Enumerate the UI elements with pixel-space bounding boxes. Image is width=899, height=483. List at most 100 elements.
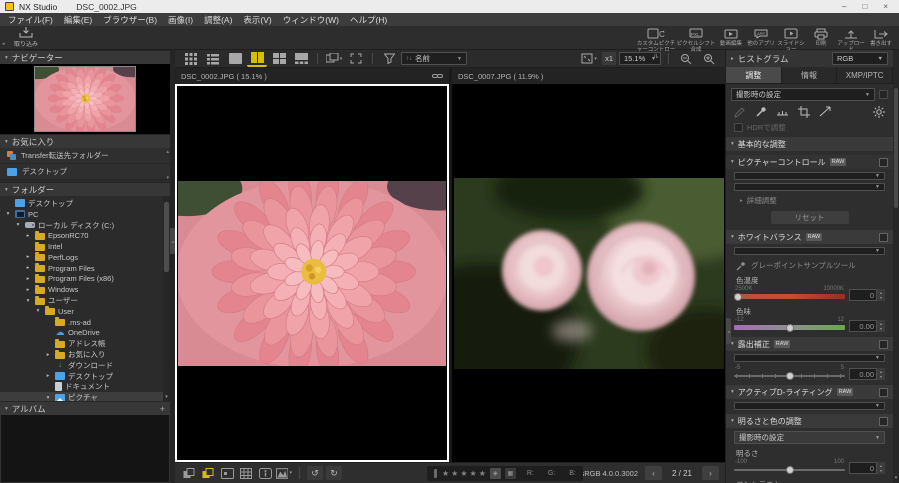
tree-item-pictures[interactable]: ▾ピクチャ xyxy=(0,392,170,401)
menu-file[interactable]: ファイル(F) xyxy=(8,14,53,26)
detail-adjust-toggle[interactable]: ▸詳細調整 xyxy=(740,195,893,206)
multi-image-view-button[interactable] xyxy=(269,51,289,67)
expander-icon[interactable]: ▾ xyxy=(14,222,22,228)
expander-icon[interactable]: ▸ xyxy=(24,265,32,271)
upload-button[interactable]: アップロード xyxy=(836,26,866,49)
slider-thumb[interactable] xyxy=(734,293,742,301)
menu-image[interactable]: 画像(I) xyxy=(168,14,193,26)
tab-xmp-iptc[interactable]: XMP/IPTC xyxy=(837,67,893,83)
histogram-channel-select[interactable]: RGB▼ xyxy=(832,52,888,65)
brightness-color-header[interactable]: ▾ 明るさと色の調整 xyxy=(726,414,893,428)
basic-adjustments-header[interactable]: ▾基本的な調整 xyxy=(726,137,893,151)
tree-item-address-book[interactable]: アドレス帳 xyxy=(0,338,170,349)
picture-control-sub-select[interactable]: ▼ xyxy=(734,183,885,191)
favorites-section-header[interactable]: ▾お気に入り xyxy=(0,134,170,148)
tree-item-intel[interactable]: Intel xyxy=(0,241,170,252)
white-balance-header[interactable]: ▾ ホワイトバランス RAW xyxy=(726,230,893,244)
video-edit-button[interactable]: 動画編集 xyxy=(716,26,746,49)
preset-checkbox[interactable] xyxy=(879,90,888,99)
export-button[interactable]: 書き出す xyxy=(866,26,896,49)
tree-item-documents[interactable]: ドキュメント xyxy=(0,382,170,393)
temperature-slider[interactable] xyxy=(734,292,845,302)
star-icon[interactable]: ★ xyxy=(470,469,477,478)
expander-icon[interactable]: ▸ xyxy=(44,373,52,379)
list-view-button[interactable] xyxy=(203,51,223,67)
previous-image-button[interactable]: ‹ xyxy=(645,466,662,480)
tree-item-local-disk-c[interactable]: ▾ローカル ディスク (C:) xyxy=(0,220,170,231)
tree-item-users[interactable]: ▾ユーザー xyxy=(0,295,170,306)
two-image-view-button[interactable] xyxy=(247,51,267,67)
favorite-item-desktop[interactable]: デスクトップ xyxy=(0,164,170,180)
single-image-view-button[interactable] xyxy=(225,51,245,67)
thumbnail-grid-view-button[interactable] xyxy=(181,51,201,67)
expander-icon[interactable]: ▾ xyxy=(44,395,52,401)
favorite-item-transfer[interactable]: Transfer転送先フォルダー xyxy=(0,148,170,164)
zoom-out-button[interactable] xyxy=(676,51,696,67)
star-icon[interactable]: ★ xyxy=(479,469,486,478)
navigator-preview[interactable] xyxy=(0,64,170,134)
protect-toggle[interactable]: ◈ xyxy=(490,468,501,479)
sort-select[interactable]: ↑↓名前▼ xyxy=(401,52,467,65)
scrollbar-thumb[interactable] xyxy=(894,88,898,208)
exposure-comp-header[interactable]: ▾ 露出補正 RAW xyxy=(726,337,893,351)
label-toggle[interactable]: ▦ xyxy=(505,468,516,479)
add-album-button[interactable]: + xyxy=(160,404,165,414)
menu-edit[interactable]: 編集(E) xyxy=(64,14,92,26)
sync-link-icon[interactable] xyxy=(432,72,443,80)
spinner-control[interactable]: ▴▾ xyxy=(877,320,885,332)
brightness-value[interactable]: 0 xyxy=(849,462,877,474)
show-grid-button[interactable] xyxy=(238,466,254,481)
menu-adjust[interactable]: 調整(A) xyxy=(204,14,232,26)
sidebar-divider[interactable]: ◂ xyxy=(170,50,175,483)
exposure-slider[interactable] xyxy=(734,371,845,381)
tree-item-pc[interactable]: ▾PC xyxy=(0,209,170,220)
fit-to-screen-button[interactable]: ▾ xyxy=(579,51,599,67)
expander-icon[interactable]: ▾ xyxy=(4,211,12,217)
adjustment-preset-select[interactable]: 撮影時の設定▼ xyxy=(731,88,875,101)
zoom-in-button[interactable] xyxy=(699,51,719,67)
d-lighting-checkbox[interactable] xyxy=(879,388,888,397)
pane2[interactable] xyxy=(452,84,725,462)
exposure-checkbox[interactable] xyxy=(879,340,888,349)
panel-collapse-handle[interactable]: ◂ xyxy=(726,318,731,344)
albums-section-header[interactable]: ▾アルバム+ xyxy=(0,401,170,415)
tint-value[interactable]: 0.00 xyxy=(849,320,877,332)
slider-thumb[interactable] xyxy=(786,372,794,380)
tree-item-onedrive[interactable]: ☁OneDrive xyxy=(0,328,170,339)
rotate-cw-button[interactable]: ↻ xyxy=(326,466,342,480)
white-balance-checkbox[interactable] xyxy=(879,233,888,242)
menu-help[interactable]: ヘルプ(H) xyxy=(350,14,387,26)
tab-adjust[interactable]: 調整 xyxy=(726,67,782,83)
show-frame-button[interactable] xyxy=(219,466,235,481)
tree-item-desktop-user[interactable]: ▸デスクトップ xyxy=(0,371,170,382)
maximize-button[interactable]: □ xyxy=(862,2,867,11)
hdr-checkbox[interactable] xyxy=(734,123,743,132)
color-picker-icon[interactable] xyxy=(755,106,767,118)
tree-item-user[interactable]: ▾User xyxy=(0,306,170,317)
close-button[interactable]: × xyxy=(883,2,888,11)
histogram-header[interactable]: ▸ ヒストグラム RGB▼ xyxy=(726,50,893,67)
expander-icon[interactable]: ▾ xyxy=(34,308,42,314)
show-info-button[interactable] xyxy=(257,466,273,481)
exposure-select[interactable]: ▼ xyxy=(734,354,885,362)
navigator-section-header[interactable]: ▾ナビゲーター xyxy=(0,50,170,64)
expander-icon[interactable]: ▸ xyxy=(24,233,32,239)
tree-item-program-files[interactable]: ▸Program Files xyxy=(0,263,170,274)
d-lighting-header[interactable]: ▾ アクティブD-ライティング RAW xyxy=(726,385,893,399)
slider-thumb[interactable] xyxy=(786,324,794,332)
spinner-control[interactable]: ▴▾ xyxy=(877,462,885,474)
show-histogram-button[interactable]: ▾ xyxy=(276,466,292,481)
star-icon[interactable]: ★ xyxy=(460,469,467,478)
tree-item-program-files-x86[interactable]: ▸Program Files (x86) xyxy=(0,274,170,285)
menu-browser[interactable]: ブラウザー(B) xyxy=(103,14,157,26)
exposure-value[interactable]: 0.00 xyxy=(849,368,877,380)
gray-point-tool[interactable]: グレーポイントサンプルツール xyxy=(736,260,883,271)
pixel-shift-merge-button[interactable]: PXL ピクセルシフト合成 xyxy=(676,26,716,49)
scroll-down-icon[interactable]: ▾ xyxy=(163,394,170,400)
star-icon[interactable]: ★ xyxy=(442,469,449,478)
scrollbar-thumb[interactable] xyxy=(164,202,169,272)
import-button[interactable]: 取り込み xyxy=(0,26,52,49)
sidebar-collapse-handle[interactable]: ◂ xyxy=(170,228,175,254)
tree-item-downloads[interactable]: ↓ダウンロード xyxy=(0,360,170,371)
tree-item-ms-ad[interactable]: .ms-ad xyxy=(0,317,170,328)
